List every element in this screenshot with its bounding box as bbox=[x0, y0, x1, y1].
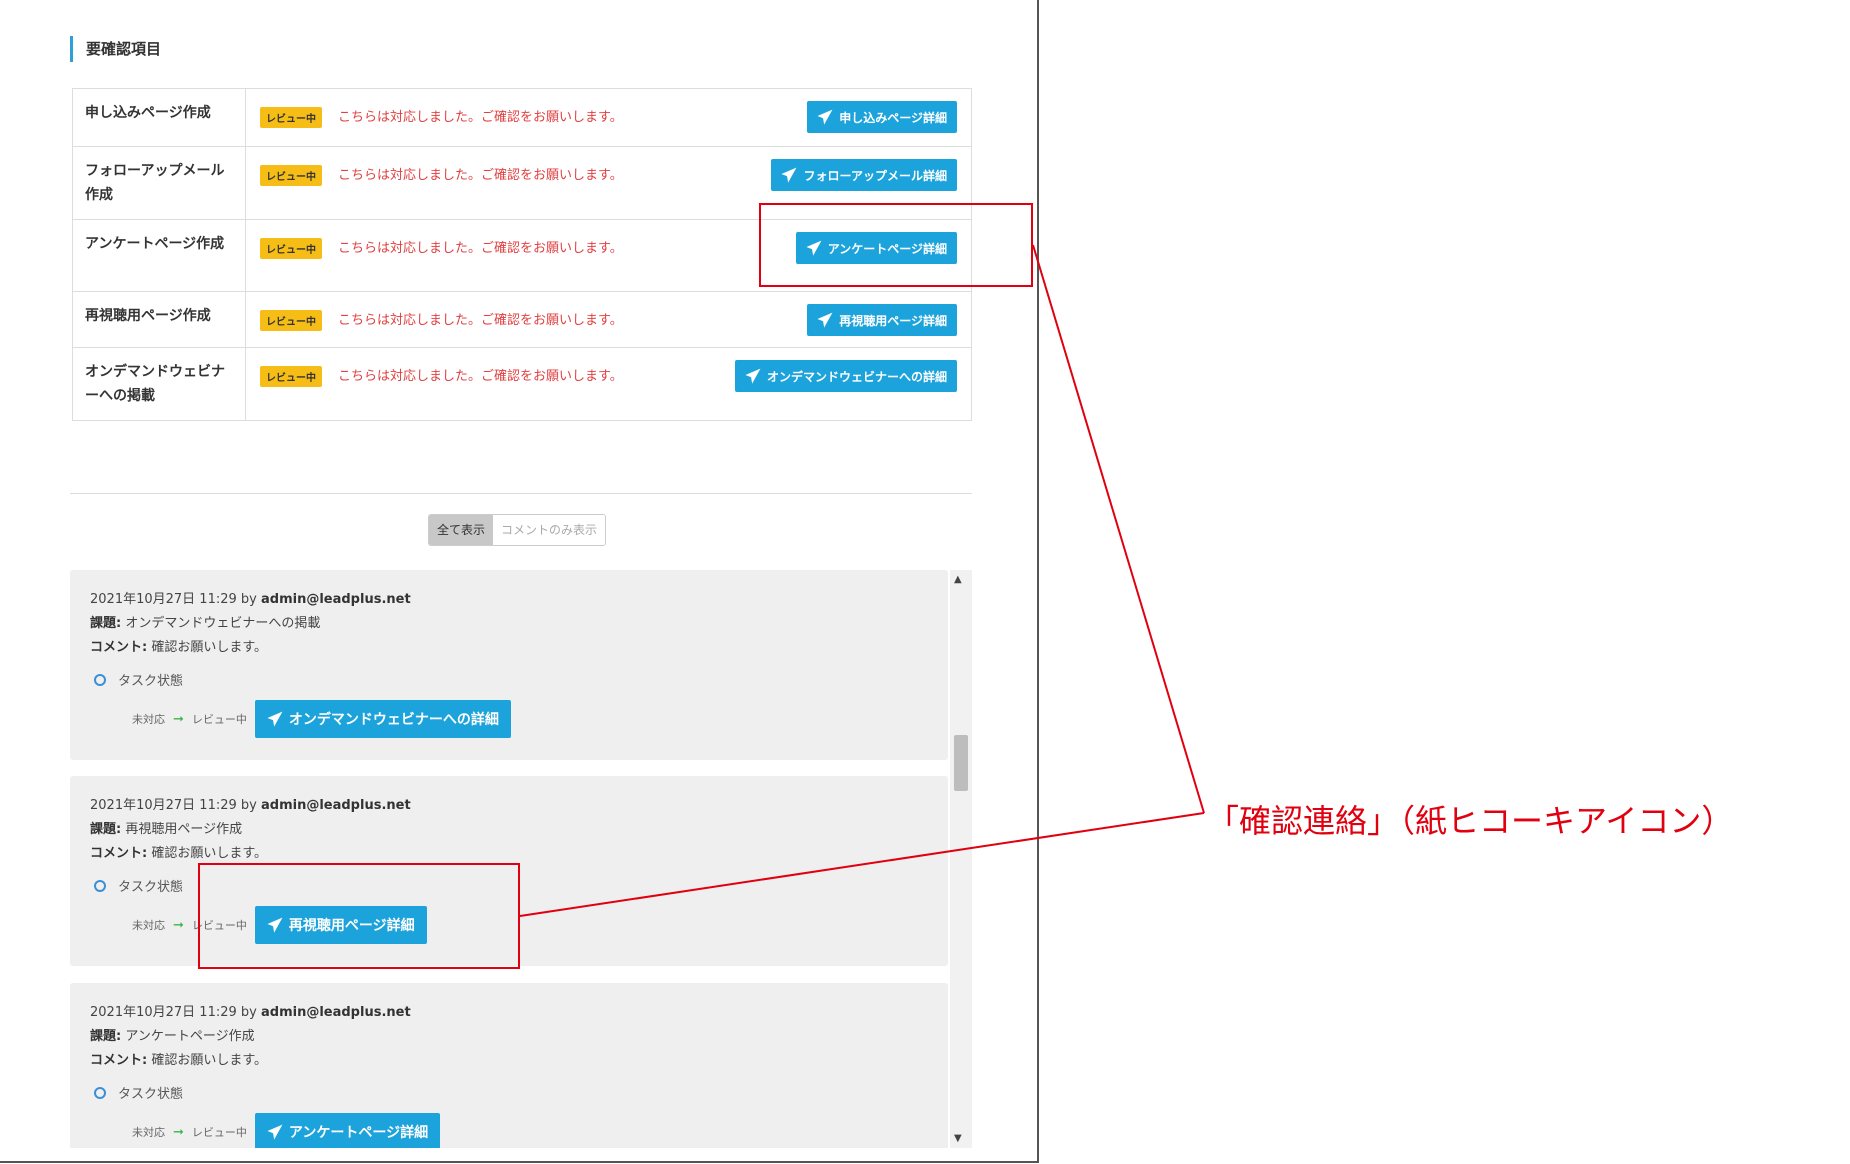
log-comment-label: コメント: bbox=[90, 1053, 148, 1068]
arrow-right-icon: ➞ bbox=[173, 1124, 184, 1140]
review-message: こちらは対応しました。ご確認をお願いします。 bbox=[338, 168, 623, 183]
status-badge: レビュー中 bbox=[260, 165, 322, 186]
status-circle-icon bbox=[94, 1086, 106, 1099]
review-item-name: 再視聴用ページ作成 bbox=[72, 291, 246, 348]
task-status: タスク状態 bbox=[94, 670, 183, 689]
review-item-row: 申し込みページ作成 レビュー中 こちらは対応しました。ご確認をお願いします。 申し込… bbox=[72, 88, 972, 147]
scroll-up-icon[interactable]: ▲ bbox=[954, 574, 962, 585]
log-user: admin@leadplus.net bbox=[261, 1005, 411, 1020]
log-subject-label: 課題: bbox=[90, 1029, 122, 1044]
log-datetime: 2021年10月27日 11:29 bbox=[90, 798, 237, 813]
detail-button[interactable]: オンデマンドウェビナーへの詳細 bbox=[734, 360, 957, 392]
review-message: こちらは対応しました。ご確認をお願いします。 bbox=[338, 241, 623, 256]
log-comment: 確認お願いします。 bbox=[151, 846, 268, 861]
scroll-thumb[interactable] bbox=[954, 735, 968, 791]
log-datetime: 2021年10月27日 11:29 bbox=[90, 1005, 237, 1020]
status-circle-icon bbox=[94, 879, 106, 892]
section-title: 要確認項目 bbox=[70, 36, 161, 62]
status-from: 未対応 bbox=[132, 1126, 165, 1139]
log-subject-label: 課題: bbox=[90, 616, 122, 631]
log-by: by bbox=[240, 798, 257, 813]
log-datetime: 2021年10月27日 11:29 bbox=[90, 592, 237, 607]
status-badge: レビュー中 bbox=[260, 366, 322, 387]
activity-log: 2021年10月27日 11:29 by admin@leadplus.net 課… bbox=[70, 570, 972, 1148]
arrow-right-icon: ➞ bbox=[173, 711, 184, 727]
task-status: タスク状態 bbox=[94, 876, 183, 895]
log-comment: 確認お願いします。 bbox=[151, 640, 268, 655]
log-detail-button[interactable]: アンケートページ詳細 bbox=[254, 1113, 441, 1148]
log-by: by bbox=[240, 1005, 257, 1020]
task-status-label: タスク状態 bbox=[118, 880, 184, 895]
review-item-body: レビュー中 こちらは対応しました。ご確認をお願いします。 オンデマンドウェビナーへ… bbox=[245, 347, 972, 421]
review-item-body: レビュー中 こちらは対応しました。ご確認をお願いします。 再視聴用ページ詳細 bbox=[245, 291, 972, 348]
filter-comments-button[interactable]: コメントのみ表示 bbox=[493, 515, 606, 545]
review-item-row: 再視聴用ページ作成 レビュー中 こちらは対応しました。ご確認をお願いします。 再視聴… bbox=[72, 291, 972, 348]
log-meta: 2021年10月27日 11:29 by admin@leadplus.net 課… bbox=[90, 1001, 411, 1073]
task-status-label: タスク状態 bbox=[118, 674, 184, 689]
detail-button[interactable]: フォローアップメール詳細 bbox=[771, 159, 957, 191]
log-comment-label: コメント: bbox=[90, 640, 148, 655]
log-subject: 再視聴用ページ作成 bbox=[125, 822, 243, 837]
paper-plane-icon bbox=[817, 109, 833, 125]
log-entry: 2021年10月27日 11:29 by admin@leadplus.net 課… bbox=[70, 570, 948, 760]
review-message: こちらは対応しました。ご確認をお願いします。 bbox=[338, 313, 623, 328]
status-badge: レビュー中 bbox=[260, 238, 322, 259]
review-item-row: オンデマンドウェビナーへの掲載 レビュー中 こちらは対応しました。ご確認をお願いしま… bbox=[72, 347, 972, 421]
callout-label: 「確認連絡」（紙ヒコーキアイコン） bbox=[1207, 802, 1734, 840]
task-status: タスク状態 bbox=[94, 1083, 183, 1102]
log-meta: 2021年10月27日 11:29 by admin@leadplus.net 課… bbox=[90, 794, 411, 866]
log-by: by bbox=[240, 592, 257, 607]
highlight-box-table bbox=[759, 203, 1033, 287]
detail-button-label: フォローアップメール詳細 bbox=[803, 168, 947, 183]
status-from: 未対応 bbox=[132, 713, 165, 726]
status-badge: レビュー中 bbox=[260, 107, 322, 128]
scroll-down-icon[interactable]: ▼ bbox=[954, 1133, 962, 1144]
status-flow: 未対応 ➞ レビュー中 アンケートページ詳細 bbox=[132, 1113, 441, 1148]
log-entry: 2021年10月27日 11:29 by admin@leadplus.net 課… bbox=[70, 983, 948, 1148]
log-user: admin@leadplus.net bbox=[261, 798, 411, 813]
log-scrollbar[interactable]: ▲ ▼ bbox=[950, 570, 972, 1148]
review-item-name: 申し込みページ作成 bbox=[72, 88, 246, 147]
log-detail-button[interactable]: オンデマンドウェビナーへの詳細 bbox=[254, 700, 511, 738]
log-detail-button-label: アンケートページ詳細 bbox=[288, 1125, 429, 1141]
status-to: レビュー中 bbox=[191, 1126, 247, 1139]
review-item-name: フォローアップメール作成 bbox=[72, 146, 246, 220]
log-comment-label: コメント: bbox=[90, 846, 148, 861]
paper-plane-icon bbox=[745, 368, 761, 384]
detail-button[interactable]: 再視聴用ページ詳細 bbox=[807, 304, 957, 336]
review-message: こちらは対応しました。ご確認をお願いします。 bbox=[338, 110, 623, 125]
task-status-label: タスク状態 bbox=[118, 1087, 184, 1102]
highlight-box-log bbox=[198, 863, 520, 969]
divider bbox=[70, 493, 972, 494]
paper-plane-icon bbox=[267, 711, 283, 727]
status-to: レビュー中 bbox=[191, 713, 247, 726]
log-comment: 確認お願いします。 bbox=[151, 1053, 268, 1068]
log-detail-button-label: オンデマンドウェビナーへの詳細 bbox=[288, 712, 499, 728]
log-subject-label: 課題: bbox=[90, 822, 122, 837]
review-item-name: アンケートページ作成 bbox=[72, 219, 246, 292]
detail-button[interactable]: 申し込みページ詳細 bbox=[807, 101, 957, 133]
status-flow: 未対応 ➞ レビュー中 オンデマンドウェビナーへの詳細 bbox=[132, 700, 511, 738]
paper-plane-icon bbox=[817, 312, 833, 328]
status-badge: レビュー中 bbox=[260, 310, 322, 331]
log-subject: オンデマンドウェビナーへの掲載 bbox=[125, 616, 321, 631]
log-meta: 2021年10月27日 11:29 by admin@leadplus.net 課… bbox=[90, 588, 411, 660]
review-item-body: レビュー中 こちらは対応しました。ご確認をお願いします。 申し込みページ詳細 bbox=[245, 88, 972, 147]
detail-button-label: 申し込みページ詳細 bbox=[839, 110, 947, 125]
detail-button-label: オンデマンドウェビナーへの詳細 bbox=[766, 369, 947, 384]
review-item-name: オンデマンドウェビナーへの掲載 bbox=[72, 347, 246, 421]
arrow-right-icon: ➞ bbox=[173, 917, 184, 933]
log-user: admin@leadplus.net bbox=[261, 592, 411, 607]
status-circle-icon bbox=[94, 673, 106, 686]
filter-all-button[interactable]: 全て表示 bbox=[429, 515, 494, 545]
paper-plane-icon bbox=[267, 1124, 283, 1140]
filter-toggle: 全て表示 コメントのみ表示 bbox=[428, 514, 607, 546]
paper-plane-icon bbox=[781, 167, 797, 183]
log-subject: アンケートページ作成 bbox=[125, 1029, 255, 1044]
status-from: 未対応 bbox=[132, 919, 165, 932]
review-message: こちらは対応しました。ご確認をお願いします。 bbox=[338, 369, 623, 384]
detail-button-label: 再視聴用ページ詳細 bbox=[839, 313, 947, 328]
